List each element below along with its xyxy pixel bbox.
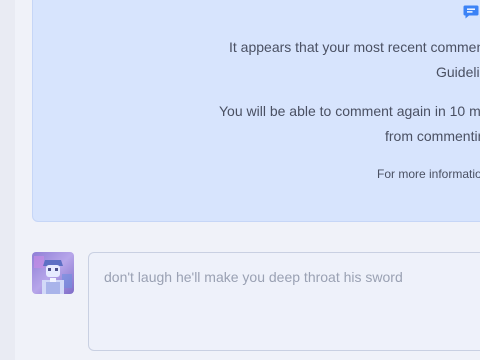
more-info-prefix: For more information, (377, 167, 480, 181)
comment-text: don't laugh he'll make you deep throat h… (104, 269, 403, 285)
notice-line-2: Guidelines. (436, 64, 480, 80)
more-info-text: For more information, cl (377, 165, 480, 183)
comment-input[interactable]: don't laugh he'll make you deep throat h… (88, 252, 480, 351)
left-gutter (0, 0, 15, 360)
notice-line-1: It appears that your most recent comment… (229, 39, 480, 55)
notice-line-4: from commenting un (385, 128, 480, 144)
comment-restriction-notice: It appears that your most recent comment… (32, 0, 480, 222)
page: It appears that your most recent comment… (0, 0, 480, 360)
avatar-image (32, 252, 74, 294)
user-avatar[interactable] (32, 252, 74, 294)
comment-icon (463, 5, 479, 19)
notice-line-3: You will be able to comment again in 10 … (219, 103, 480, 119)
